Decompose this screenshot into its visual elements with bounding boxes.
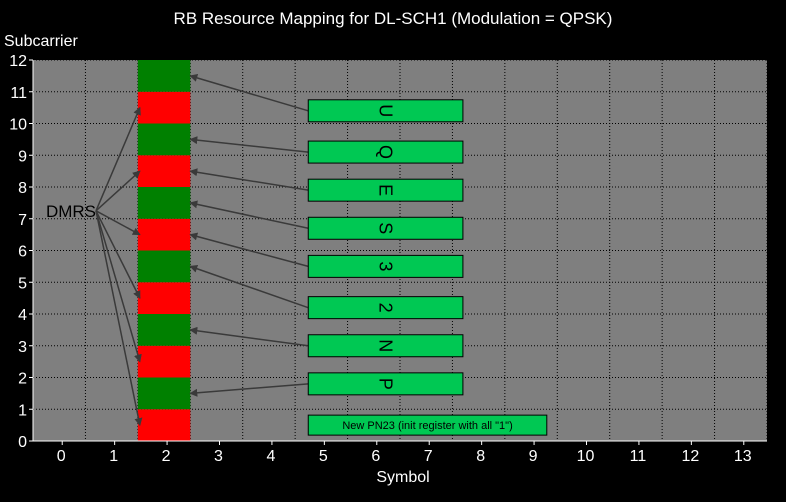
resource-cell — [137, 377, 191, 410]
sequence-box-label: P — [376, 378, 396, 390]
resource-cell — [137, 187, 191, 219]
y-tick-label: 0 — [18, 434, 27, 451]
x-tick-label: 12 — [681, 448, 699, 465]
y-tick-label: 12 — [9, 53, 27, 70]
resource-cell — [137, 218, 191, 251]
sequence-box-label: S — [376, 222, 396, 234]
sequence-box-label: N — [376, 339, 396, 352]
y-axis-label: Subcarrier — [4, 33, 78, 50]
x-tick-label: 13 — [734, 448, 752, 465]
y-tick-label: 6 — [18, 244, 27, 261]
y-tick-label: 4 — [18, 307, 27, 324]
chart-window: RB Resource Mapping for DL-SCH1 (Modulat… — [0, 0, 786, 502]
sequence-box-label: 3 — [376, 261, 396, 271]
resource-cell — [137, 250, 191, 283]
y-tick-label: 7 — [18, 212, 27, 229]
resource-cell — [137, 123, 191, 156]
x-tick-label: 2 — [162, 448, 171, 465]
x-tick-label: 5 — [319, 448, 328, 465]
sequence-box-label: U — [376, 104, 396, 117]
resource-cell — [137, 155, 191, 187]
x-tick-label: 6 — [371, 448, 380, 465]
x-tick-label: 1 — [109, 448, 118, 465]
sequence-box-label: Q — [376, 145, 396, 159]
x-tick-label: 4 — [266, 448, 275, 465]
y-tick-label: 10 — [9, 117, 27, 134]
resource-cell — [137, 345, 191, 378]
y-tick-label: 1 — [18, 402, 27, 419]
x-tick-label: 7 — [424, 448, 433, 465]
y-tick-label: 11 — [10, 85, 27, 102]
x-tick-label: 11 — [630, 448, 647, 465]
resource-cell — [137, 314, 191, 346]
y-tick-label: 2 — [18, 371, 27, 388]
y-tick-label: 5 — [18, 275, 27, 292]
dmrs-label: DMRS — [46, 202, 96, 221]
resource-cell — [137, 91, 191, 124]
resource-cell — [137, 282, 191, 314]
x-tick-label: 3 — [214, 448, 223, 465]
resource-cell — [137, 60, 191, 92]
y-tick-label: 3 — [18, 339, 27, 356]
sequence-box-label: 2 — [376, 303, 396, 313]
x-tick-label: 0 — [57, 448, 66, 465]
x-tick-label: 8 — [476, 448, 485, 465]
x-tick-label: 9 — [529, 448, 538, 465]
resource-cell — [137, 409, 191, 441]
x-axis-label: Symbol — [376, 469, 429, 486]
y-tick-label: 8 — [18, 180, 27, 197]
sequence-box-label: E — [376, 184, 396, 196]
resource-map-chart: RB Resource Mapping for DL-SCH1 (Modulat… — [4, 9, 768, 486]
chart-title: RB Resource Mapping for DL-SCH1 (Modulat… — [174, 9, 613, 28]
x-tick-label: 10 — [577, 448, 595, 465]
note-box-label: New PN23 (init register with all "1") — [342, 420, 512, 432]
y-tick-label: 9 — [18, 148, 27, 165]
